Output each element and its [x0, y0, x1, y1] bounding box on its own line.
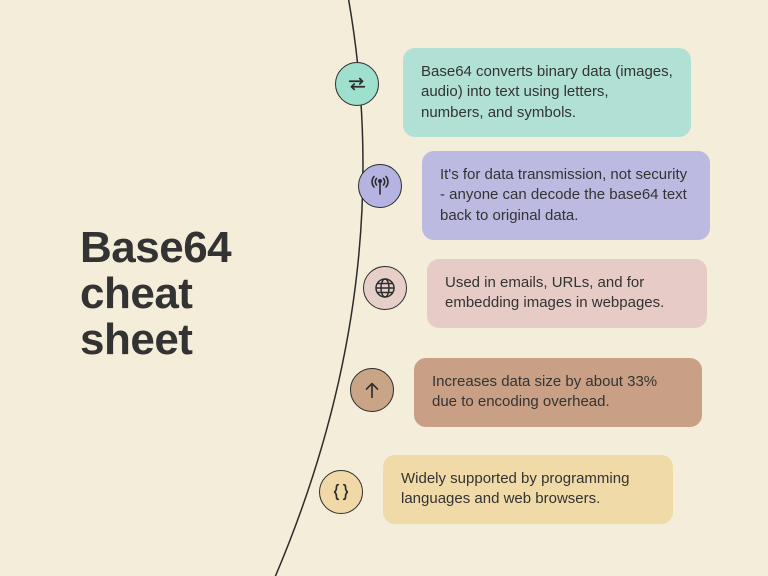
info-card: Increases data size by about 33% due to …: [414, 358, 702, 427]
info-card: Base64 converts binary data (images, aud…: [403, 48, 691, 137]
info-card: It's for data transmission, not security…: [422, 151, 710, 240]
card-text: Increases data size by about 33% due to …: [432, 373, 657, 410]
braces-icon: [319, 470, 363, 514]
swap-icon: [335, 62, 379, 106]
info-card: Widely supported by programming language…: [383, 455, 673, 524]
card-text: Widely supported by programming language…: [401, 470, 629, 507]
card-text: It's for data transmission, not security…: [440, 166, 687, 224]
info-card: Used in emails, URLs, and for embedding …: [427, 259, 707, 328]
card-text: Base64 converts binary data (images, aud…: [421, 63, 673, 121]
page-title: Base64cheatsheet: [80, 225, 231, 364]
globe-icon: [363, 266, 407, 310]
card-text: Used in emails, URLs, and for embedding …: [445, 274, 664, 311]
antenna-icon: [358, 164, 402, 208]
arrow-up-icon: [350, 368, 394, 412]
